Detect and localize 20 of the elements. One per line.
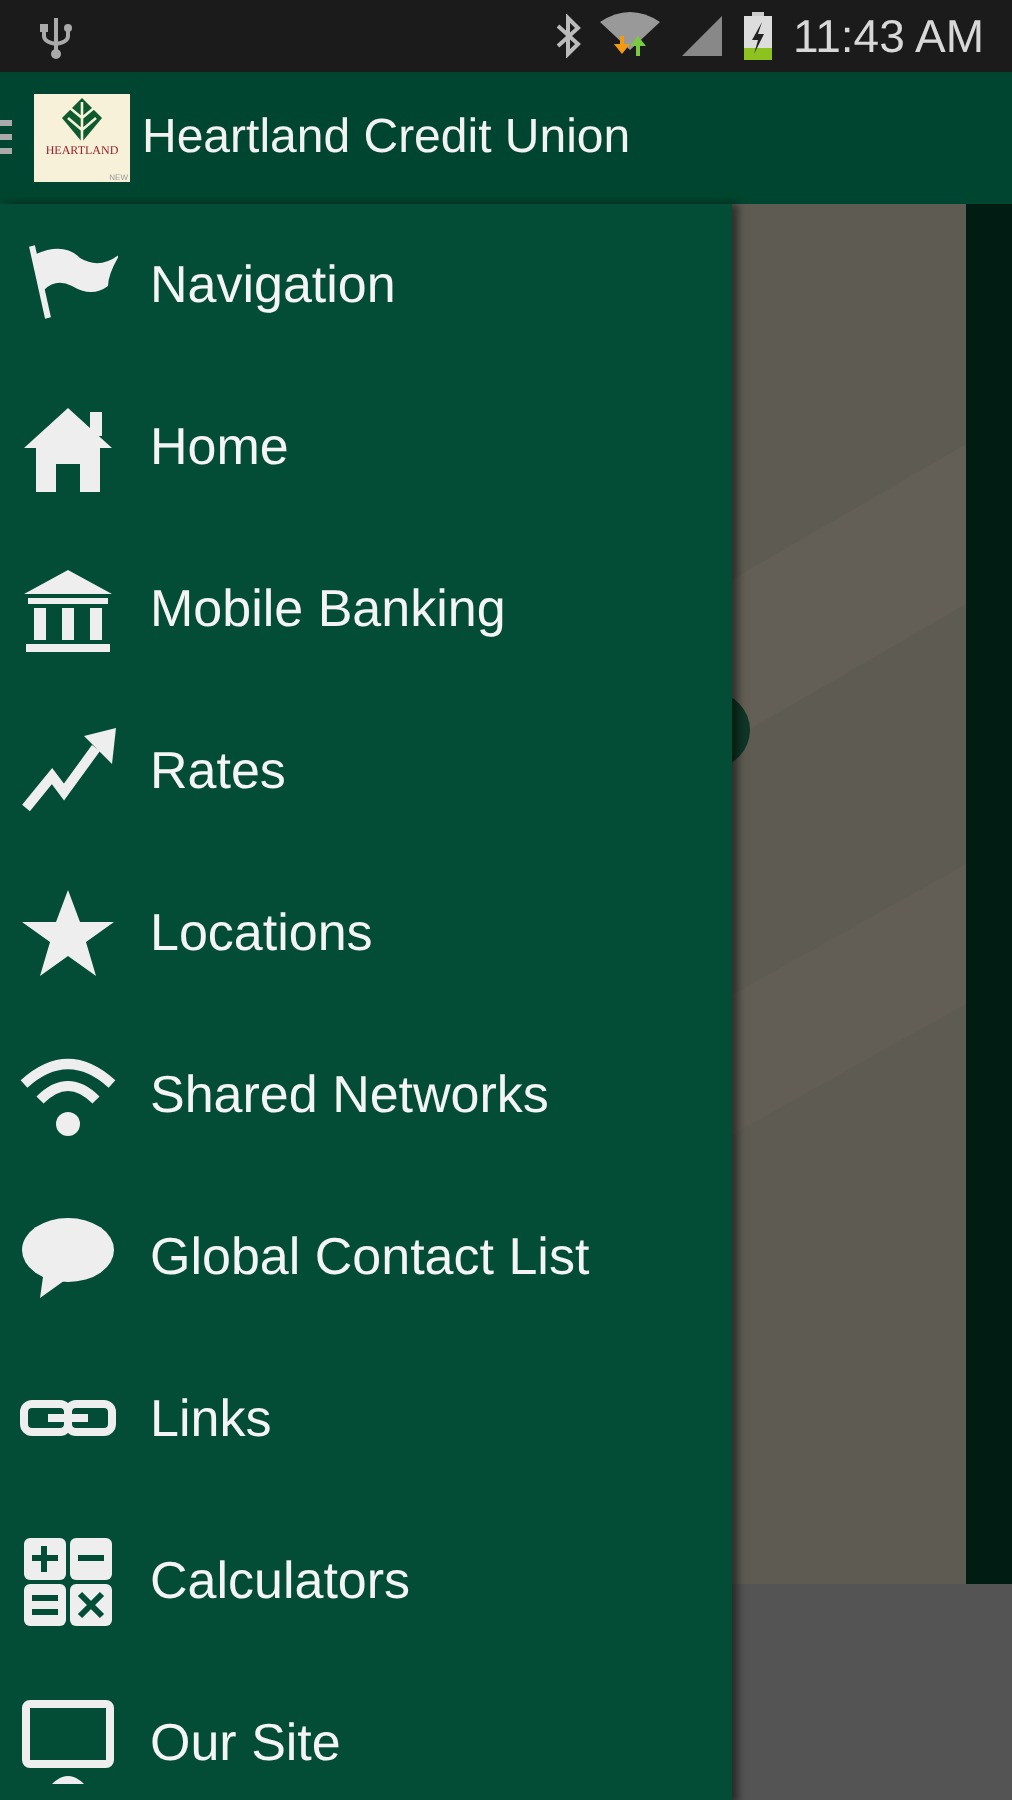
menu-item[interactable]: Mobile Banking [0, 528, 732, 690]
bluetooth-icon [553, 14, 582, 58]
menu-item[interactable]: Home [0, 366, 732, 528]
star-icon [18, 885, 118, 981]
menu-item[interactable]: Rates [0, 690, 732, 852]
usb-icon [40, 12, 72, 60]
menu-item[interactable]: Shared Networks [0, 1014, 732, 1176]
menu-item[interactable]: Calculators [0, 1500, 732, 1662]
drawer-heading: Navigation [150, 254, 396, 316]
menu-item[interactable]: Global Contact List [0, 1176, 732, 1338]
app-title: Heartland Credit Union [142, 110, 631, 166]
menu-item[interactable]: Locations [0, 852, 732, 1014]
menu-icon[interactable] [0, 120, 12, 156]
menu-item[interactable]: Links [0, 1338, 732, 1500]
signal-icon [677, 12, 726, 60]
menu-item[interactable]: Our Site [0, 1662, 732, 1800]
clock: 11:43 AM [793, 9, 984, 63]
battery-icon [743, 12, 772, 60]
wifi-icon [599, 10, 660, 62]
calculator-icon [18, 1533, 118, 1629]
